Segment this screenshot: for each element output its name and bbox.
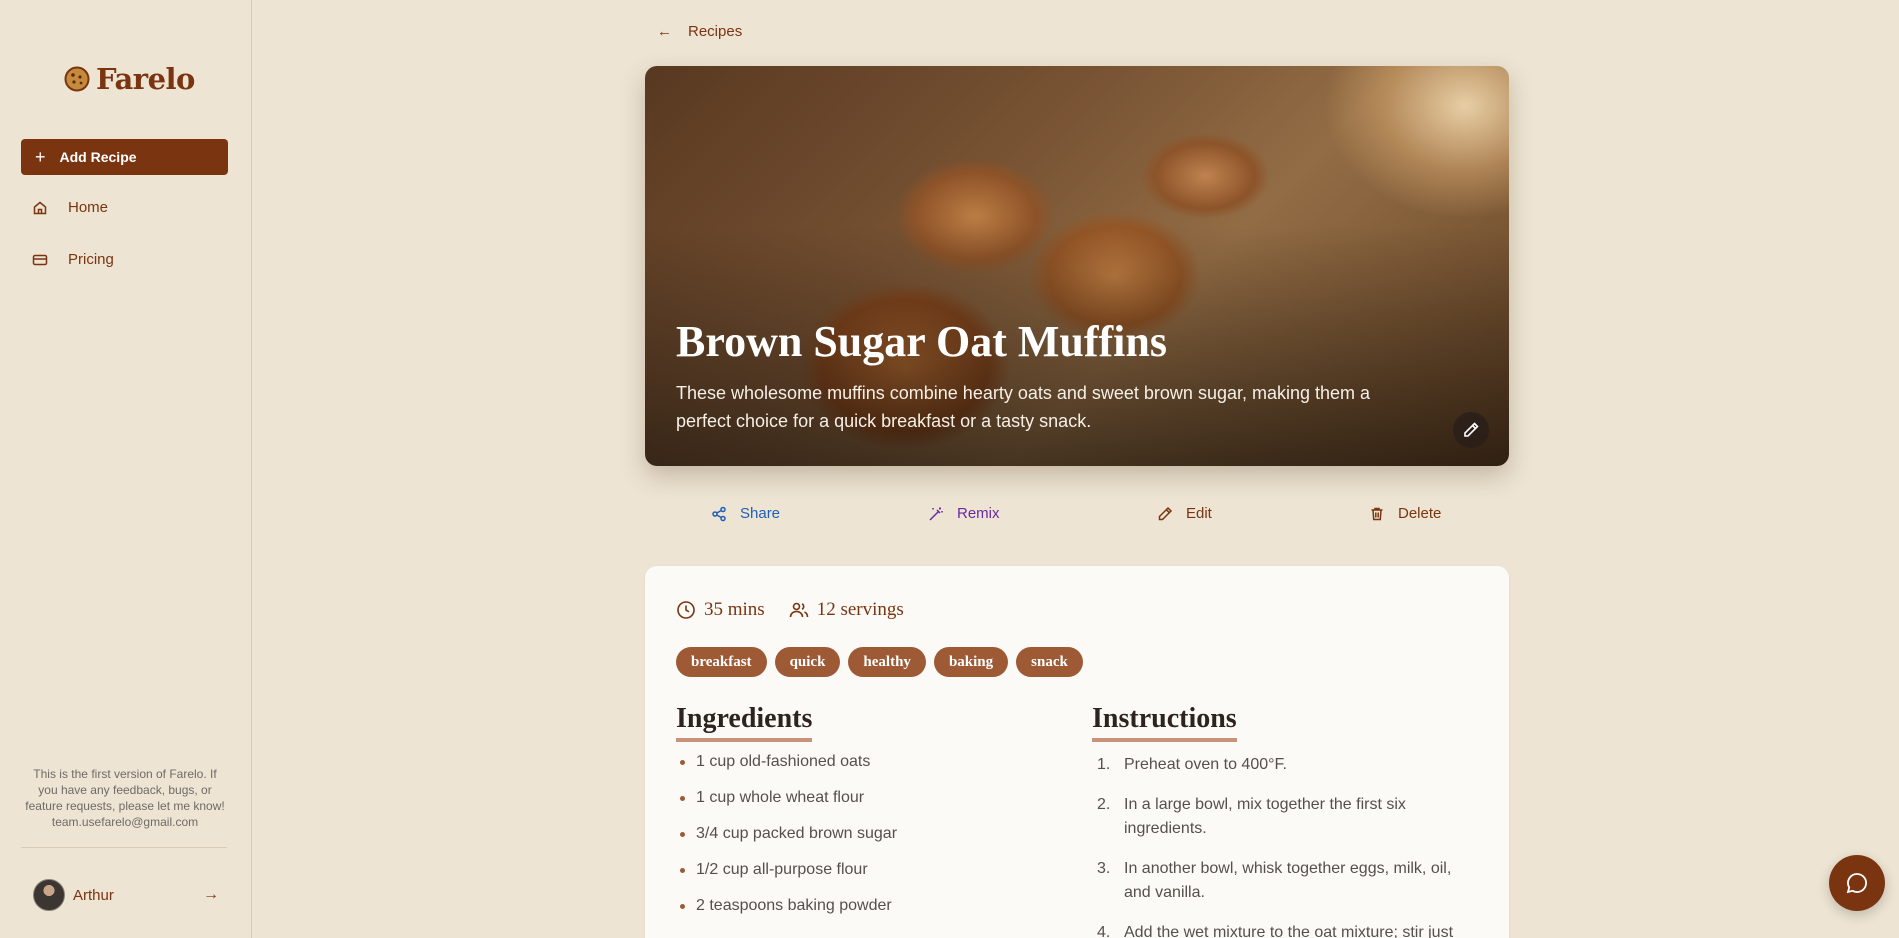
- servings: 12 servings: [789, 599, 904, 621]
- arrow-right-icon[interactable]: →: [203, 886, 219, 904]
- arrow-left-icon: ←: [657, 23, 672, 40]
- add-recipe-label: Add Recipe: [59, 149, 137, 165]
- ingredients-list: 1 cup old-fashioned oats 1 cup whole whe…: [676, 753, 897, 933]
- recipe-actions: Share Remix Edit Delete: [645, 505, 1509, 527]
- sidebar-item-home[interactable]: Home: [32, 199, 108, 216]
- ingredient-item: 1 cup old-fashioned oats: [676, 753, 897, 789]
- user-profile[interactable]: Arthur →: [33, 879, 219, 911]
- sidebar-item-label: Pricing: [68, 251, 114, 268]
- recipe-meta: 35 mins 12 servings: [676, 599, 928, 621]
- instruction-step: 4. Add the wet mixture to the oat mixtur…: [1092, 921, 1472, 938]
- cook-time: 35 mins: [676, 599, 765, 621]
- instructions-heading: Instructions: [1092, 703, 1237, 742]
- magic-wand-icon: [929, 507, 943, 521]
- chat-bubble-icon: [1846, 873, 1867, 894]
- servings-value: 12 servings: [816, 599, 904, 620]
- step-text: Add the wet mixture to the oat mixture; …: [1124, 924, 1454, 938]
- sidebar: Farelo + Add Recipe Home Pricing This is…: [0, 0, 252, 938]
- step-text: In another bowl, whisk together eggs, mi…: [1124, 860, 1452, 901]
- credit-card-icon: [32, 254, 48, 265]
- recipe-description: These wholesome muffins combine hearty o…: [676, 383, 1371, 431]
- edit-image-button[interactable]: [1453, 412, 1489, 448]
- share-button[interactable]: Share: [711, 505, 780, 522]
- delete-label: Delete: [1398, 505, 1442, 522]
- back-to-recipes-link[interactable]: ← Recipes: [657, 23, 742, 40]
- back-label: Recipes: [688, 23, 743, 40]
- cook-time-value: 35 mins: [704, 599, 765, 620]
- edit-label: Edit: [1186, 505, 1212, 522]
- step-text: Preheat oven to 400°F.: [1124, 756, 1287, 773]
- tag-quick[interactable]: quick: [774, 647, 841, 677]
- ingredient-item: 1/2 cup all-purpose flour: [676, 861, 897, 897]
- tag-list: breakfast quick healthy baking snack: [676, 647, 1083, 677]
- plus-icon: +: [35, 147, 46, 167]
- tag-healthy[interactable]: healthy: [848, 647, 926, 677]
- divider: [21, 847, 227, 848]
- edit-button[interactable]: Edit: [1157, 505, 1212, 522]
- step-number: 3.: [1097, 860, 1111, 877]
- instruction-step: 1. Preheat oven to 400°F.: [1092, 753, 1472, 777]
- step-number: 4.: [1097, 924, 1111, 938]
- pencil-icon: [1464, 422, 1479, 437]
- instructions-list: 1. Preheat oven to 400°F. 2. In a large …: [1092, 753, 1472, 938]
- avatar: [33, 879, 65, 911]
- step-number: 2.: [1097, 796, 1111, 813]
- tag-baking[interactable]: baking: [933, 647, 1009, 677]
- app-name: Farelo: [96, 62, 195, 96]
- ingredient-item: 2 teaspoons baking powder: [676, 897, 897, 933]
- remix-label: Remix: [957, 505, 1000, 522]
- user-name: Arthur: [73, 886, 114, 904]
- clock-icon: [677, 601, 695, 619]
- sidebar-item-label: Home: [68, 199, 109, 216]
- cookie-icon: [64, 66, 90, 92]
- instruction-step: 2. In a large bowl, mix together the fir…: [1092, 793, 1472, 841]
- pencil-icon: [1158, 506, 1173, 520]
- add-recipe-button[interactable]: + Add Recipe: [21, 139, 228, 175]
- ingredient-item: 1 cup whole wheat flour: [676, 789, 897, 825]
- recipe-title: Brown Sugar Oat Muffins: [676, 317, 1168, 366]
- remix-button[interactable]: Remix: [928, 505, 1000, 522]
- recipe-details-card: 35 mins 12 servings breakfast quick heal…: [645, 566, 1509, 938]
- step-text: In a large bowl, mix together the first …: [1124, 796, 1406, 837]
- tag-snack[interactable]: snack: [1016, 647, 1083, 677]
- ingredient-item: 3/4 cup packed brown sugar: [676, 825, 897, 861]
- feedback-note: This is the first version of Farelo. If …: [25, 767, 225, 829]
- sidebar-item-pricing[interactable]: Pricing: [32, 251, 114, 268]
- app-logo[interactable]: Farelo: [64, 62, 195, 96]
- home-icon: [33, 201, 47, 214]
- users-icon: [789, 602, 809, 618]
- delete-button[interactable]: Delete: [1369, 505, 1441, 522]
- ingredients-heading: Ingredients: [676, 703, 813, 742]
- share-label: Share: [740, 505, 781, 522]
- share-icon: [712, 506, 726, 521]
- recipe-hero: Brown Sugar Oat Muffins These wholesome …: [645, 66, 1509, 466]
- trash-icon: [1371, 507, 1383, 520]
- tag-breakfast[interactable]: breakfast: [676, 647, 767, 677]
- instruction-step: 3. In another bowl, whisk together eggs,…: [1092, 857, 1472, 905]
- chat-button[interactable]: [1829, 855, 1885, 911]
- step-number: 1.: [1097, 756, 1111, 773]
